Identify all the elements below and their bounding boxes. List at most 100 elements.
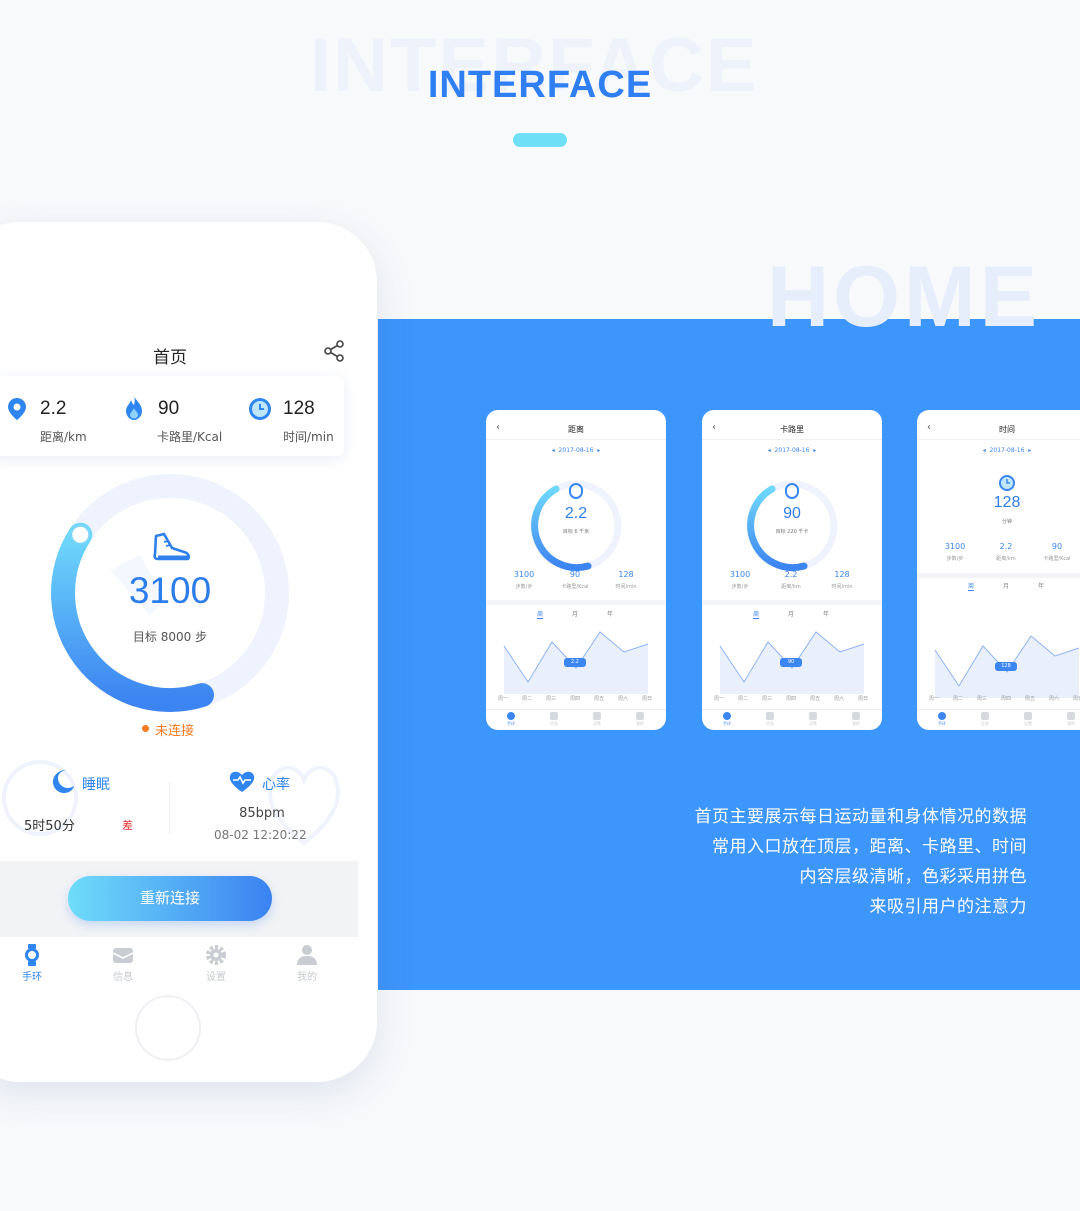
- mini-nav-item[interactable]: 手环: [712, 712, 742, 727]
- home-background-word: HOME: [767, 249, 1041, 345]
- time-label: 时间/min: [283, 430, 334, 444]
- connection-status: 未连接: [155, 724, 195, 739]
- mini-day-label: 周四: [570, 696, 581, 702]
- mini-period-tab[interactable]: 周: [753, 609, 760, 619]
- mini-period-tab[interactable]: 年: [1038, 581, 1044, 590]
- mini-day-label: 周三: [762, 696, 773, 702]
- phone-page-title: 首页: [153, 348, 187, 368]
- distance-screen: ‹ 距离 ◂ 2017-08-16 ▸ 2.2 目标 6 千米 3100 步数/步 90 卡路…: [486, 410, 666, 730]
- mini-date[interactable]: ◂ 2017-08-16 ▸: [702, 447, 882, 454]
- description-line: 常用入口放在顶层，距离、卡路里、时间: [712, 837, 1027, 857]
- svg-text:z: z: [63, 775, 67, 783]
- progress-knob: [70, 524, 91, 545]
- mini-stat-value: 128: [618, 570, 634, 579]
- tab-profile[interactable]: 我的: [277, 944, 337, 983]
- location-pin-icon: [8, 398, 26, 420]
- mini-chart-tooltip: 128: [995, 662, 1017, 671]
- mini-tab-bar: 手环 信息 设置 我的: [917, 709, 1080, 730]
- tab-bracelet[interactable]: 手环: [2, 944, 62, 983]
- mini-day-label: 周二: [522, 696, 533, 702]
- time-screen: ‹ 时间 ◂ 2017-08-16 ▸ 128 分钟 3100 步数/步 2.2 距离/km 90…: [917, 410, 1080, 730]
- mini-date[interactable]: ◂ 2017-08-16 ▸: [486, 447, 666, 454]
- mini-day-label: 周一: [929, 696, 940, 702]
- watch-icon: [25, 944, 39, 966]
- mini-nav-item[interactable]: 我的: [841, 712, 871, 727]
- tab-messages[interactable]: 信息: [93, 944, 153, 983]
- flame-icon: [126, 396, 142, 420]
- tab-label: 设置: [206, 972, 226, 983]
- title-accent-bar: [513, 133, 567, 147]
- time-value: 128: [283, 398, 315, 419]
- mini-period-tab[interactable]: 年: [607, 609, 613, 618]
- sleep-label: 睡眠: [82, 777, 110, 793]
- mini-separator: [702, 600, 882, 605]
- mini-day-label: 周六: [1049, 696, 1060, 702]
- mini-period-tab[interactable]: 年: [823, 609, 829, 618]
- description-line: 内容层级清晰，色彩采用拼色: [799, 867, 1027, 887]
- mini-nav-item[interactable]: 设置: [582, 712, 612, 727]
- mini-tab-bar: 手环 信息 设置 我的: [702, 709, 882, 730]
- sleep-quality-badge: 差: [122, 819, 133, 832]
- mini-goal: 目标 6 千米: [562, 529, 590, 535]
- mini-nav-item[interactable]: 我的: [1056, 712, 1080, 727]
- clock-icon: [249, 398, 271, 420]
- mini-day-label: 周一: [498, 696, 509, 702]
- distance-value: 2.2: [40, 398, 67, 419]
- mini-nav-item[interactable]: 手环: [927, 712, 957, 727]
- mini-day-label: 周四: [1001, 696, 1012, 702]
- heart-rate-label: 心率: [262, 777, 290, 793]
- mini-nav-item[interactable]: 信息: [755, 712, 785, 727]
- mini-period-tab[interactable]: 周: [537, 609, 544, 619]
- mini-stat-value: 128: [834, 570, 850, 579]
- mini-period-tab[interactable]: 月: [788, 609, 794, 618]
- mini-day-label: 周二: [738, 696, 749, 702]
- mini-day-label: 周六: [834, 696, 845, 702]
- mini-value: 90: [783, 505, 801, 522]
- mini-day-label: 周五: [810, 696, 821, 702]
- mini-nav-item[interactable]: 设置: [1013, 712, 1043, 727]
- mini-goal: 目标 220 千卡: [775, 529, 809, 535]
- page-title: INTERFACE: [427, 64, 653, 106]
- mini-title: 卡路里: [780, 425, 804, 434]
- mini-day-label: 周日: [1073, 696, 1080, 702]
- status-dot: [142, 725, 149, 732]
- mini-nav-item[interactable]: 我的: [625, 712, 655, 727]
- mini-day-label: 周二: [953, 696, 964, 702]
- settings-gear-icon: [206, 945, 226, 965]
- mini-stat-label: 时间/min: [615, 584, 637, 590]
- mini-nav-item[interactable]: 手环: [496, 712, 526, 727]
- mini-nav-item[interactable]: 信息: [970, 712, 1000, 727]
- share-icon[interactable]: [322, 339, 346, 363]
- mini-unit: 分钟: [1001, 519, 1012, 525]
- mini-period-tab[interactable]: 月: [572, 609, 578, 618]
- mini-day-label: 周一: [714, 696, 725, 702]
- mini-day-label: 周五: [1025, 696, 1036, 702]
- mini-period-tab[interactable]: 月: [1003, 581, 1009, 590]
- location-pin-icon: [569, 483, 583, 499]
- description-line: 来吸引用户的注意力: [869, 897, 1027, 917]
- tab-settings[interactable]: 设置: [186, 944, 246, 983]
- mini-value: 2.2: [564, 505, 588, 522]
- reconnect-button[interactable]: 重新连接: [68, 876, 272, 921]
- mini-chart-tooltip: 2.2: [564, 658, 586, 667]
- mini-period-tab[interactable]: 周: [968, 581, 975, 591]
- calories-value: 90: [158, 398, 180, 419]
- mini-nav-item[interactable]: 信息: [539, 712, 569, 727]
- tab-label: 我的: [297, 972, 317, 983]
- message-icon: [112, 948, 134, 963]
- mini-stat-value: 90: [1051, 542, 1063, 551]
- mini-value: 128: [993, 494, 1021, 511]
- mini-nav-item[interactable]: 设置: [798, 712, 828, 727]
- mini-day-label: 周日: [642, 696, 653, 702]
- mini-tab-bar: 手环 信息 设置 我的: [486, 709, 666, 730]
- mini-day-label: 周六: [618, 696, 629, 702]
- mini-day-label: 周四: [786, 696, 797, 702]
- alarm-clock-icon: [999, 475, 1015, 491]
- heart-rate-timestamp: 08-02 12:20:22: [214, 828, 307, 842]
- heart-rate-icon: [229, 771, 255, 792]
- mini-date[interactable]: ◂ 2017-08-16 ▸: [917, 447, 1080, 454]
- distance-label: 距离/km: [40, 430, 87, 444]
- tab-label: 信息: [113, 972, 133, 983]
- mini-day-label: 周日: [858, 696, 869, 702]
- mini-chart-tooltip: 90: [780, 658, 802, 667]
